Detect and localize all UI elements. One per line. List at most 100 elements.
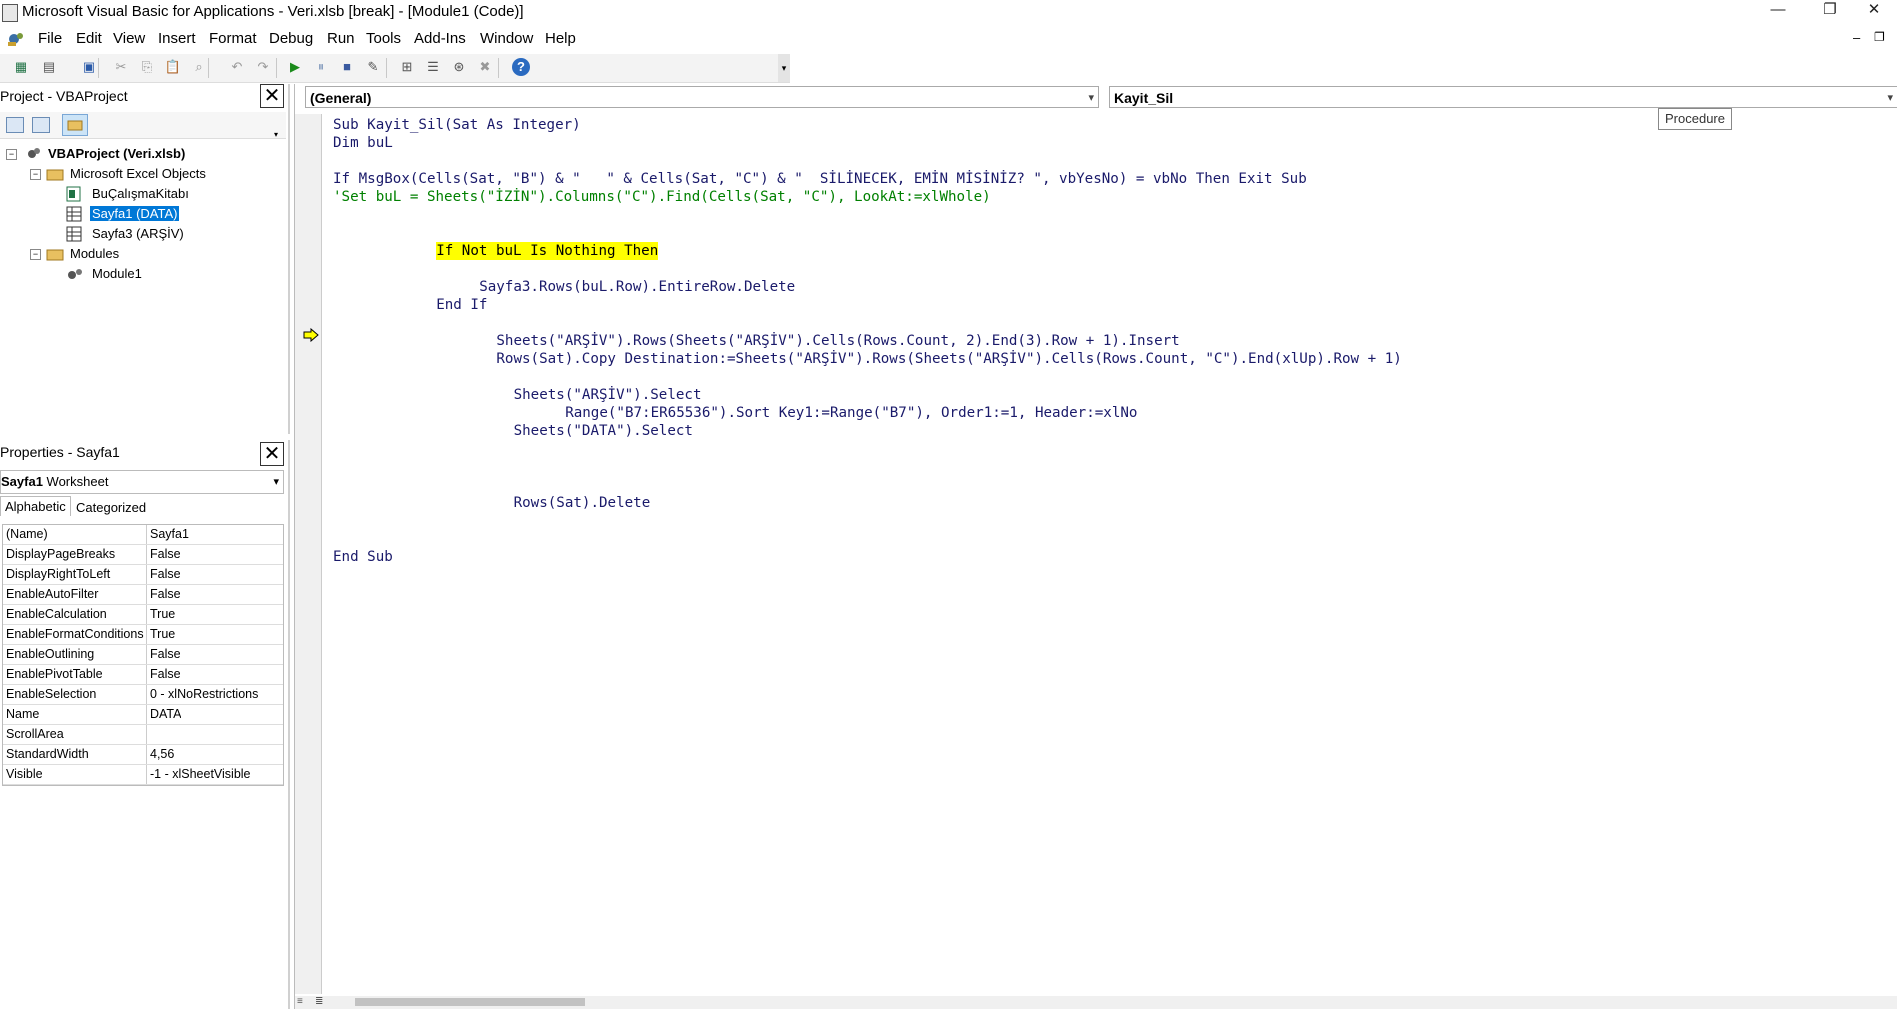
menu-view[interactable]: View — [113, 30, 145, 47]
menu-insert[interactable]: Insert — [158, 30, 196, 47]
project-toolbar-overflow-icon[interactable]: ▾ — [274, 130, 278, 139]
property-row[interactable]: EnableOutlining False — [3, 645, 283, 665]
code-line[interactable]: Dim buL — [333, 134, 393, 152]
save-icon[interactable]: ▣ — [80, 58, 98, 76]
property-value[interactable] — [147, 725, 150, 744]
toolbox-icon[interactable]: ✖ — [476, 58, 494, 76]
help-icon[interactable]: ? — [512, 58, 530, 76]
tab-categorized[interactable]: Categorized — [72, 498, 150, 517]
property-value[interactable]: True — [147, 625, 175, 644]
property-value[interactable]: 0 - xlNoRestrictions — [147, 685, 258, 704]
redo-icon[interactable]: ↷ — [254, 58, 272, 76]
property-value[interactable]: True — [147, 605, 175, 624]
insert-module-icon[interactable]: ▤ — [40, 58, 58, 76]
object-selector[interactable]: Sayfa1 Worksheet ▾ — [0, 470, 284, 494]
close-window-button[interactable]: ✕ — [1851, 0, 1897, 22]
menu-run[interactable]: Run — [327, 30, 355, 47]
tab-alphabetic[interactable]: Alphabetic — [0, 496, 71, 516]
current-execution-line[interactable]: If Not buL Is Nothing Then — [436, 242, 659, 260]
procedure-view-icon[interactable]: ≡ — [297, 996, 303, 1007]
code-line[interactable]: Sub Kayit_Sil(Sat As Integer) — [333, 116, 581, 134]
margin-indicator-bar[interactable] — [295, 114, 322, 994]
toggle-folders-icon[interactable] — [62, 114, 88, 136]
run-icon[interactable]: ▶ — [286, 58, 304, 76]
break-icon[interactable]: ⏸ — [312, 58, 330, 76]
property-value[interactable]: 4,56 — [147, 745, 174, 764]
scrollbar-thumb[interactable] — [355, 998, 585, 1006]
menu-format[interactable]: Format — [209, 30, 257, 47]
property-row[interactable]: DisplayPageBreaks False — [3, 545, 283, 565]
property-row[interactable]: Visible -1 - xlSheetVisible — [3, 765, 283, 785]
property-name: EnableCalculation — [3, 605, 147, 624]
property-row[interactable]: StandardWidth 4,56 — [3, 745, 283, 765]
excel-view-icon[interactable]: ▦ — [12, 58, 30, 76]
menu-file[interactable]: File — [38, 30, 62, 47]
property-value[interactable]: False — [147, 565, 181, 584]
property-value[interactable]: Sayfa1 — [147, 525, 189, 544]
menu-help[interactable]: Help — [545, 30, 576, 47]
property-value[interactable]: False — [147, 585, 181, 604]
full-module-view-icon[interactable]: ≣ — [315, 996, 323, 1007]
inner-minimize-button[interactable]: – — [1853, 30, 1860, 45]
property-value[interactable]: -1 - xlSheetVisible — [147, 765, 251, 784]
object-browser-icon[interactable]: ⊛ — [450, 58, 468, 76]
find-icon[interactable]: ⌕ — [190, 58, 208, 76]
code-line[interactable]: Sayfa3.Rows(buL.Row).EntireRow.Delete — [479, 278, 795, 296]
maximize-button[interactable]: ❐ — [1807, 0, 1853, 22]
inner-restore-button[interactable]: ❐ — [1874, 30, 1885, 44]
menu-tools[interactable]: Tools — [366, 30, 401, 47]
procedure-combo[interactable]: Kayit_Sil ▾ — [1109, 86, 1897, 108]
menu-window[interactable]: Window — [480, 30, 533, 47]
property-value[interactable]: DATA — [147, 705, 181, 724]
cut-icon[interactable]: ✂ — [112, 58, 130, 76]
close-properties-pane-button[interactable]: ✕ — [260, 442, 284, 466]
code-line[interactable]: End Sub — [333, 548, 393, 566]
property-value[interactable]: False — [147, 665, 181, 684]
copy-icon[interactable]: ⎘ — [138, 58, 156, 76]
collapse-objects-icon[interactable]: − — [30, 169, 41, 180]
toolbar-overflow-icon[interactable]: ▾ — [778, 54, 790, 82]
toolbar-separator — [276, 58, 277, 78]
code-line[interactable]: 'Set buL = Sheets("İZİN").Columns("C").F… — [333, 188, 991, 206]
property-row[interactable]: EnableAutoFilter False — [3, 585, 283, 605]
properties-icon[interactable]: ☰ — [424, 58, 442, 76]
code-line[interactable]: Sheets("ARŞİV").Select — [514, 386, 702, 404]
property-value[interactable]: False — [147, 545, 181, 564]
property-row[interactable]: EnablePivotTable False — [3, 665, 283, 685]
collapse-root-icon[interactable]: − — [6, 149, 17, 160]
property-row[interactable]: EnableFormatConditions True — [3, 625, 283, 645]
reset-icon[interactable]: ■ — [338, 58, 356, 76]
code-line[interactable]: If MsgBox(Cells(Sat, "B") & " " & Cells(… — [333, 170, 1307, 188]
property-name: EnableAutoFilter — [3, 585, 147, 604]
property-value[interactable]: False — [147, 645, 181, 664]
code-line[interactable]: Sheets("ARŞİV").Rows(Sheets("ARŞİV").Cel… — [496, 332, 1179, 350]
close-project-pane-button[interactable]: ✕ — [260, 84, 284, 108]
property-row[interactable]: EnableCalculation True — [3, 605, 283, 625]
property-row[interactable]: (Name) Sayfa1 — [3, 525, 283, 545]
property-row[interactable]: EnableSelection 0 - xlNoRestrictions — [3, 685, 283, 705]
project-explorer-icon[interactable]: ⊞ — [398, 58, 416, 76]
view-code-icon[interactable] — [6, 117, 24, 133]
code-line[interactable]: Range("B7:ER65536").Sort Key1:=Range("B7… — [565, 404, 1137, 422]
property-row[interactable]: ScrollArea — [3, 725, 283, 745]
design-mode-icon[interactable]: ✎ — [364, 58, 382, 76]
code-line[interactable]: End If — [436, 296, 487, 314]
horizontal-scrollbar[interactable]: ≡ ≣ — [295, 996, 1897, 1009]
menu-debug[interactable]: Debug — [269, 30, 313, 47]
minimize-button[interactable]: — — [1755, 0, 1801, 22]
chevron-down-icon: ▾ — [1088, 92, 1094, 104]
undo-icon[interactable]: ↶ — [228, 58, 246, 76]
property-row[interactable]: Name DATA — [3, 705, 283, 725]
object-name: Sayfa1 — [1, 474, 43, 489]
code-line[interactable]: Rows(Sat).Delete — [514, 494, 651, 512]
vba-project-icon[interactable] — [6, 30, 26, 48]
property-row[interactable]: DisplayRightToLeft False — [3, 565, 283, 585]
object-combo[interactable]: (General) ▾ — [305, 86, 1099, 108]
collapse-modules-icon[interactable]: − — [30, 249, 41, 260]
menu-add-ins[interactable]: Add-Ins — [414, 30, 466, 47]
menu-edit[interactable]: Edit — [76, 30, 102, 47]
code-line[interactable]: Rows(Sat).Copy Destination:=Sheets("ARŞİ… — [496, 350, 1401, 368]
view-object-icon[interactable] — [32, 117, 50, 133]
code-line[interactable]: Sheets("DATA").Select — [514, 422, 693, 440]
paste-icon[interactable]: 📋 — [164, 58, 182, 76]
